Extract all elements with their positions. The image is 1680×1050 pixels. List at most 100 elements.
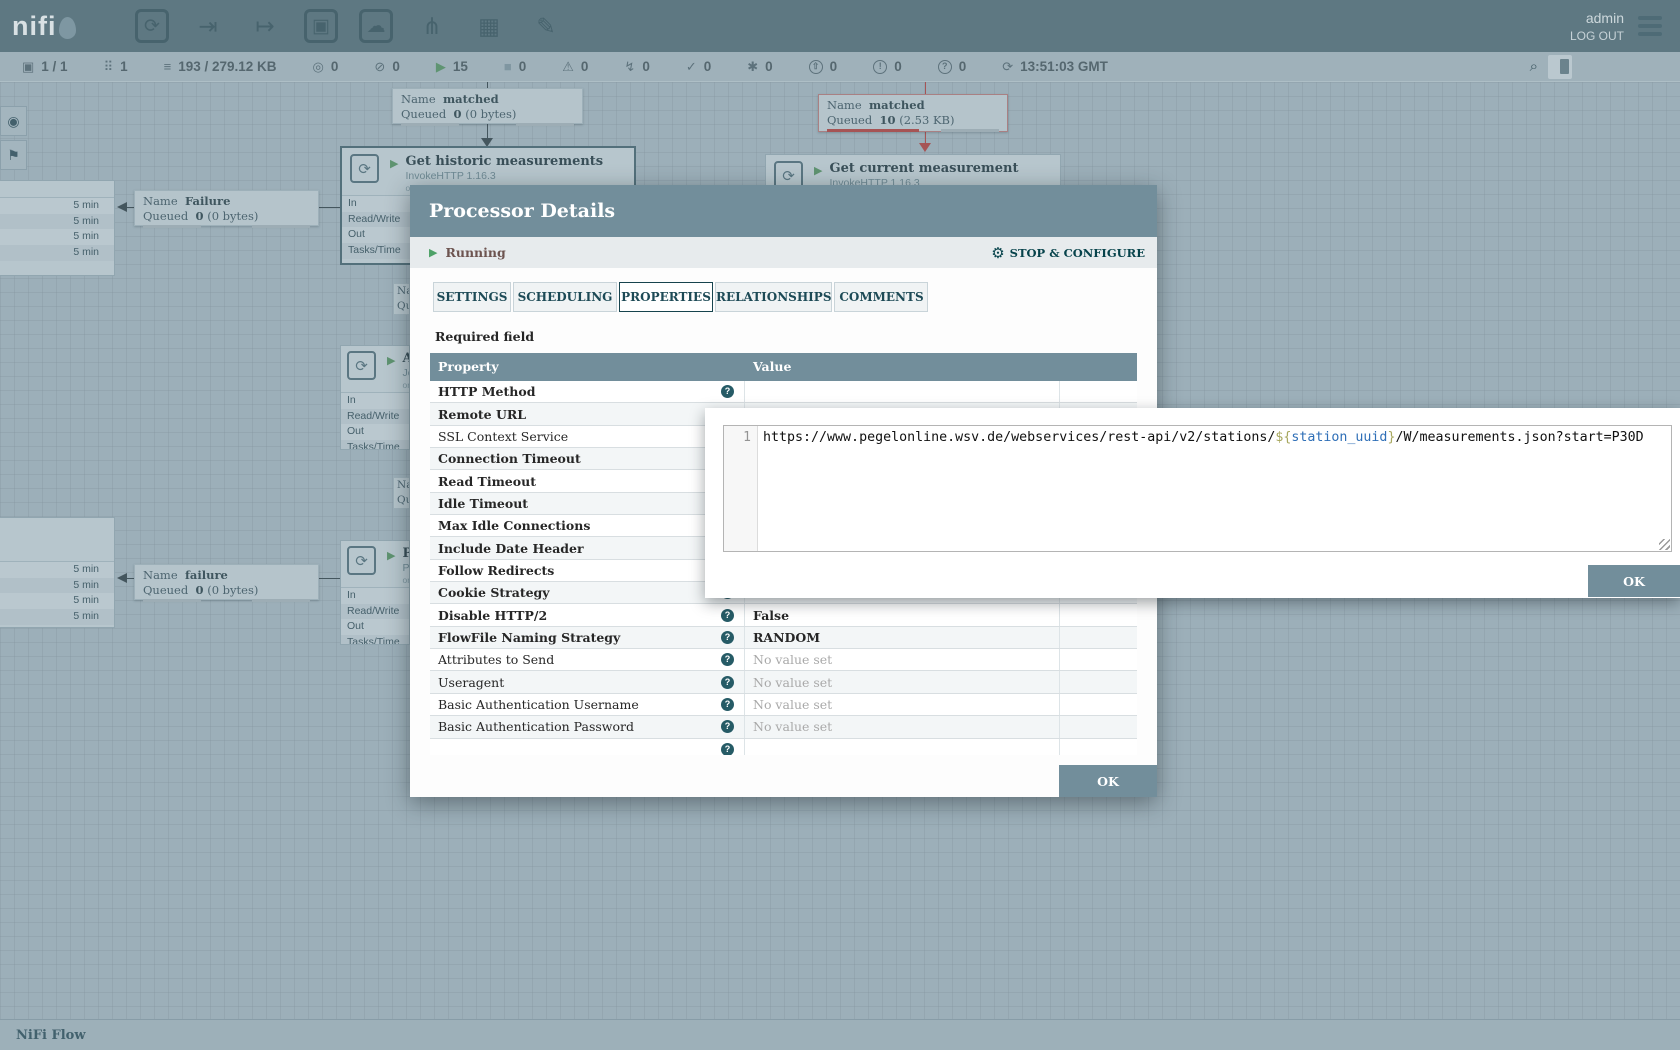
actions-cell bbox=[1060, 694, 1137, 715]
property-name: Disable HTTP/2 bbox=[438, 608, 547, 623]
refresh-icon[interactable]: ⟳ bbox=[1002, 59, 1013, 75]
input-port-icon[interactable]: ⇥ bbox=[190, 8, 226, 44]
conn-name-value: matched bbox=[869, 98, 925, 112]
help-icon[interactable]: ? bbox=[721, 609, 734, 622]
locally-modified-count: 0 bbox=[765, 59, 773, 74]
threads-status: ⠿1 bbox=[104, 59, 128, 75]
help-icon[interactable]: ? bbox=[721, 698, 734, 711]
processor-partial-p[interactable]: ⟳ ▶ P Pu or InRead/WriteOutTasks/Time bbox=[340, 540, 410, 645]
clipped-text: Na bbox=[397, 284, 409, 299]
connection-line bbox=[127, 207, 134, 208]
editor-ok-button[interactable]: OK bbox=[1588, 565, 1680, 597]
tab-properties[interactable]: PROPERTIES bbox=[619, 282, 713, 312]
tab-scheduling[interactable]: SCHEDULING bbox=[513, 282, 617, 312]
help-icon[interactable]: ? bbox=[721, 720, 734, 733]
global-menu-icon[interactable] bbox=[1638, 16, 1662, 36]
canvas-widget[interactable]: ◉ bbox=[0, 106, 27, 136]
property-cell: Useragent? bbox=[430, 671, 745, 692]
output-port-icon[interactable]: ↦ bbox=[247, 8, 283, 44]
conn-stat-bars bbox=[143, 225, 310, 228]
dialog-ok-button[interactable]: OK bbox=[1059, 765, 1157, 797]
help-icon[interactable]: ? bbox=[721, 743, 734, 755]
actions-cell bbox=[1060, 739, 1137, 756]
panel-toggle-button[interactable] bbox=[1548, 55, 1572, 79]
connection-label-matched[interactable]: Name matched Queued 0 (0 bytes) bbox=[392, 88, 583, 124]
property-cell: Basic Authentication Password? bbox=[430, 716, 745, 737]
unknown-icon: ? bbox=[938, 60, 952, 74]
running-icon: ▶ bbox=[436, 59, 446, 75]
processor-partial-left-bottom[interactable]: 5 min5 min5 min5 min bbox=[0, 517, 115, 628]
processor-stat-value: 5 min bbox=[0, 198, 114, 214]
template-icon[interactable]: ▦ bbox=[471, 8, 507, 44]
canvas-widget[interactable]: ⚑ bbox=[0, 140, 27, 170]
sync-failure-status: !0 bbox=[873, 59, 902, 74]
search-icon[interactable]: ⌕ bbox=[1530, 58, 1538, 75]
refresh-item[interactable]: ⟳ 13:51:03 GMT bbox=[1002, 59, 1108, 75]
url-token: ${ bbox=[1275, 430, 1291, 445]
cluster-status: ▣1 / 1 bbox=[22, 59, 68, 75]
conn-queued-count: 0 bbox=[454, 107, 462, 121]
property-name: FlowFile Naming Strategy bbox=[438, 630, 620, 645]
connection-label-failure-top[interactable]: Name Failure Queued 0 (0 bytes) bbox=[134, 190, 319, 226]
processor-title: P bbox=[402, 546, 410, 561]
tab-settings[interactable]: SETTINGS bbox=[433, 282, 511, 312]
connection-label-failure-bottom[interactable]: Name failure Queued 0 (0 bytes) bbox=[134, 564, 319, 600]
stopped-icon: ■ bbox=[504, 59, 512, 74]
help-icon[interactable]: ? bbox=[721, 385, 734, 398]
processor-icon[interactable]: ⟳ bbox=[135, 9, 169, 43]
processor-stats: 5 min5 min5 min5 min bbox=[0, 561, 114, 625]
conn-name-value: Failure bbox=[185, 194, 230, 208]
stale-count: 0 bbox=[830, 59, 838, 74]
help-icon[interactable]: ? bbox=[721, 676, 734, 689]
queued-icon: ≡ bbox=[164, 59, 172, 74]
conn-queued-count: 0 bbox=[196, 583, 204, 597]
conn-queued-size: (0 bytes) bbox=[465, 107, 516, 121]
tab-relationships[interactable]: RELATIONSHIPS bbox=[715, 282, 832, 312]
remote-process-group-icon[interactable]: ☁ bbox=[359, 9, 393, 43]
breadcrumb-nifi-flow[interactable]: NiFi Flow bbox=[16, 1028, 86, 1043]
refresh-time: 13:51:03 GMT bbox=[1020, 59, 1108, 74]
processor-partial-left-top[interactable]: 5 min5 min5 min5 min bbox=[0, 180, 115, 276]
processor-stat-value: 5 min bbox=[0, 562, 114, 578]
stopped-status: ■0 bbox=[504, 59, 526, 74]
processor-partial-a[interactable]: ⟳ ▶ A Jo or InRead/WriteOutTasks/Time bbox=[340, 345, 410, 450]
processor-type-icon: ⟳ bbox=[350, 154, 379, 183]
funnel-icon[interactable]: ⋔ bbox=[414, 8, 450, 44]
property-row: Disable HTTP/2?False bbox=[430, 604, 1137, 626]
line-number-gutter: 1 bbox=[724, 426, 758, 551]
help-icon[interactable]: ? bbox=[721, 631, 734, 644]
property-cell: Max Idle Connections? bbox=[430, 515, 745, 536]
dialog-header: Processor Details bbox=[410, 185, 1157, 237]
process-group-icon[interactable]: ▣ bbox=[304, 9, 338, 43]
value-cell: No value set bbox=[745, 694, 1060, 715]
connection-line-error bbox=[925, 82, 926, 94]
conn-queued-size: (0 bytes) bbox=[207, 583, 258, 597]
actions-cell bbox=[1060, 716, 1137, 737]
connection-label-matched-error[interactable]: Name matched Queued 10 (2.53 KB) bbox=[818, 94, 1008, 132]
property-cell: SSL Context Service? bbox=[430, 426, 745, 447]
remote-url-value[interactable]: https://www.pegelonline.wsv.de/webservic… bbox=[758, 426, 1671, 551]
run-status-icon: ▶ bbox=[390, 157, 398, 193]
logout-link[interactable]: LOG OUT bbox=[1570, 29, 1624, 43]
properties-table-header: Property Value bbox=[430, 353, 1137, 381]
property-cell: Remote URL? bbox=[430, 403, 745, 424]
help-icon[interactable]: ? bbox=[721, 653, 734, 666]
property-name: Include Date Header bbox=[438, 541, 584, 556]
locally-modified-status: ✱0 bbox=[747, 59, 772, 75]
resize-handle-icon[interactable] bbox=[1659, 539, 1670, 550]
property-name: Basic Authentication Username bbox=[438, 697, 639, 712]
stop-and-configure-button[interactable]: ⚙ STOP & CONFIGURE bbox=[991, 244, 1145, 262]
property-value: No value set bbox=[753, 652, 832, 667]
actions-cell bbox=[1060, 649, 1137, 670]
conn-name-value: failure bbox=[185, 568, 228, 582]
label-icon[interactable]: ✎ bbox=[528, 8, 564, 44]
connection-arrow-error bbox=[919, 143, 931, 152]
property-cell: HTTP Method? bbox=[430, 381, 745, 402]
processor-stat-row: Read/Write bbox=[341, 604, 409, 620]
tab-comments[interactable]: COMMENTS bbox=[834, 282, 928, 312]
property-row: Useragent?No value set bbox=[430, 671, 1137, 693]
value-editor-textarea[interactable]: 1 https://www.pegelonline.wsv.de/webserv… bbox=[723, 425, 1672, 552]
actions-cell bbox=[1060, 627, 1137, 648]
conn-name-key: Name bbox=[143, 568, 178, 582]
property-cell: FlowFile Naming Strategy? bbox=[430, 627, 745, 648]
